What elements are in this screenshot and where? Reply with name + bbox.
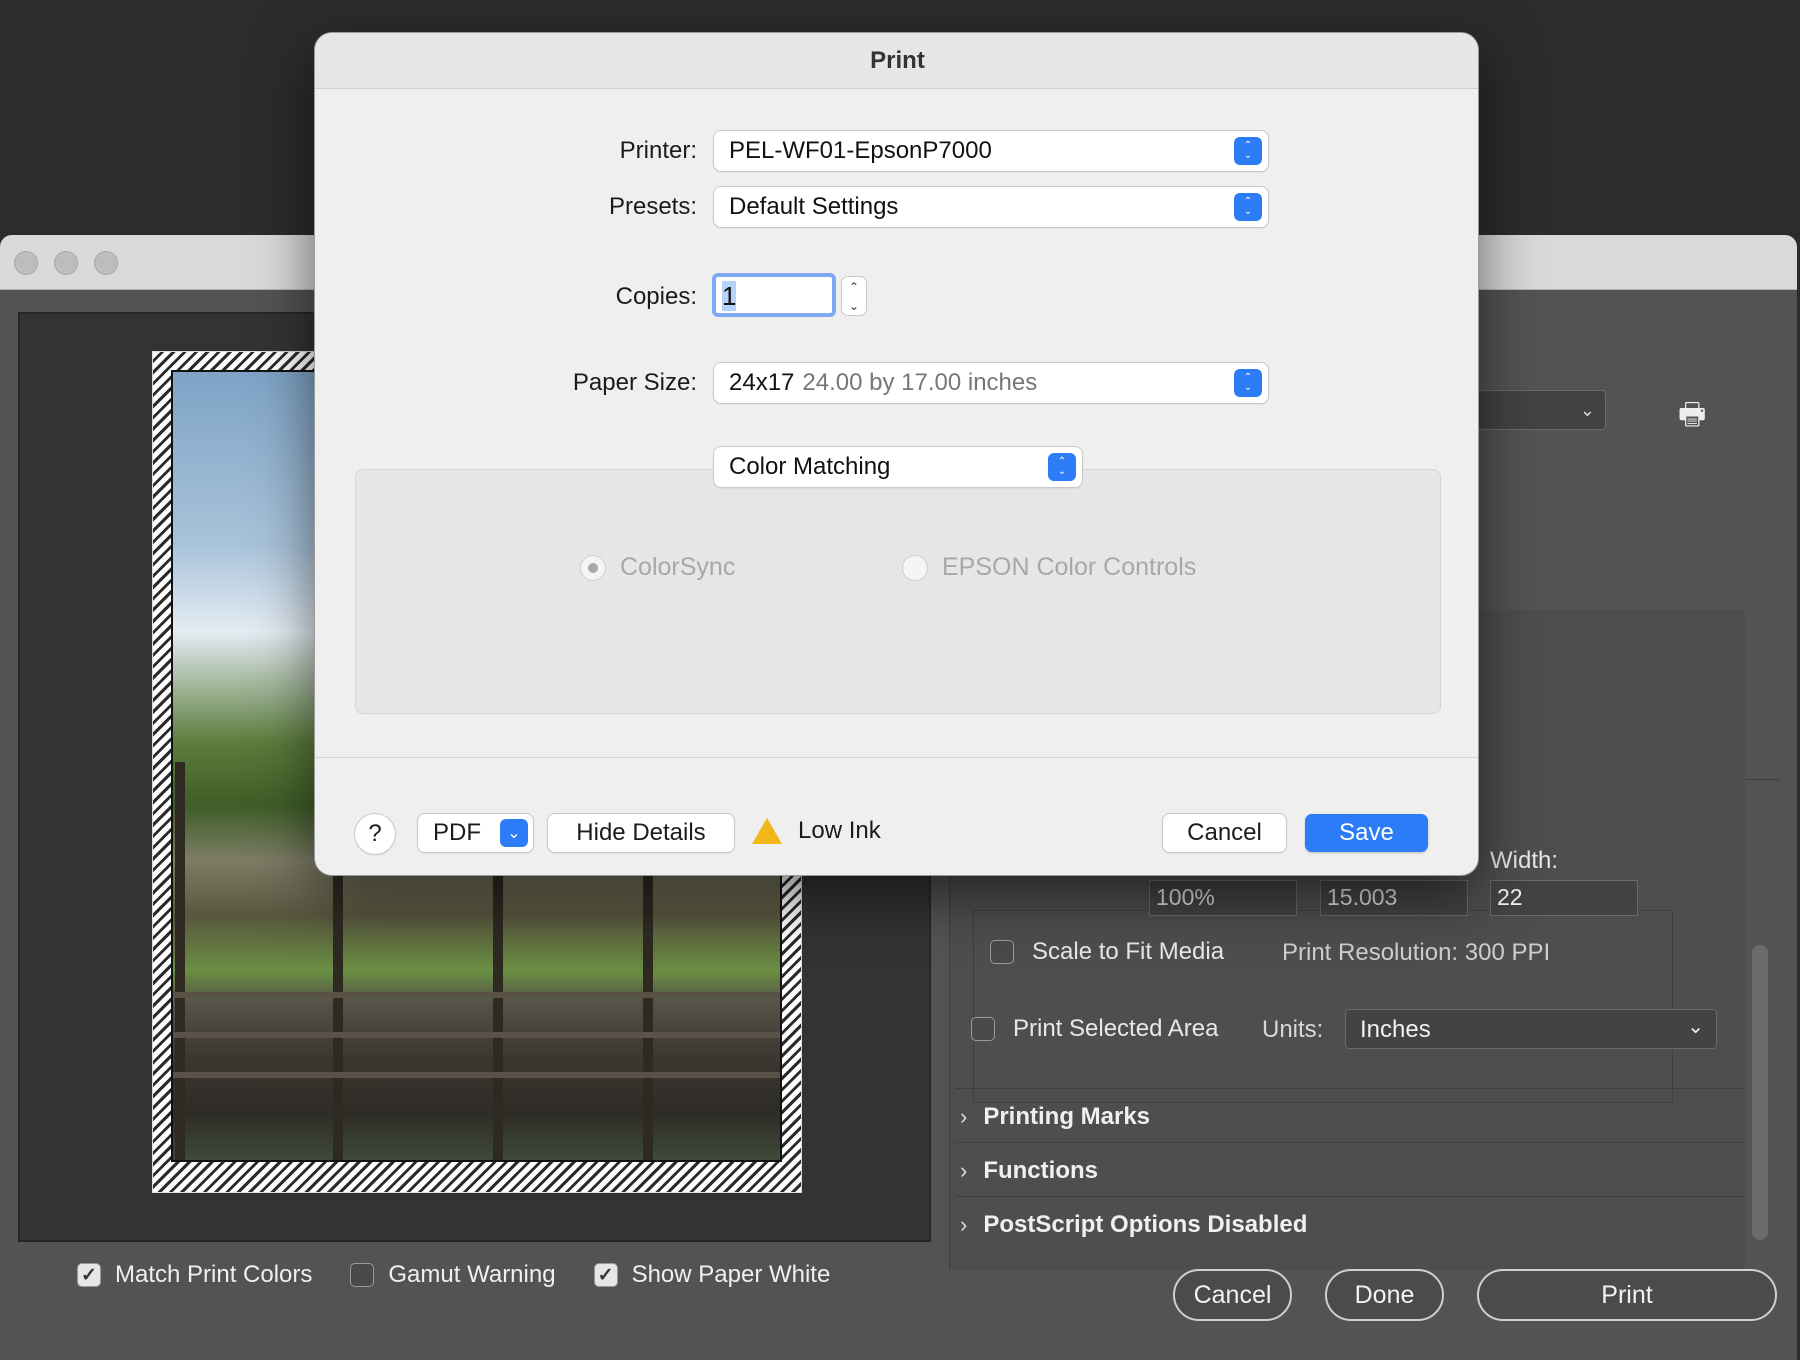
minimize-window-button[interactable] bbox=[54, 251, 78, 275]
print-selected-area-checkbox[interactable] bbox=[971, 1017, 995, 1041]
units-label: Units: bbox=[1262, 1016, 1324, 1043]
close-window-button[interactable] bbox=[14, 251, 38, 275]
print-selected-area-label: Print Selected Area bbox=[1013, 1015, 1219, 1042]
section-functions[interactable]: › Functions bbox=[960, 1157, 1098, 1185]
panel-selector-popup[interactable]: Color Matching ⌃ ⌄ bbox=[714, 447, 1082, 487]
printer-value: PEL-WF01-EpsonP7000 bbox=[729, 137, 992, 164]
chevron-down-icon: ⌄ bbox=[500, 819, 528, 847]
width-field[interactable]: 22 bbox=[1490, 880, 1638, 916]
height-field[interactable]: 15.003 bbox=[1320, 880, 1468, 916]
section-postscript-options-label: PostScript Options Disabled bbox=[983, 1211, 1308, 1238]
section-functions-label: Functions bbox=[983, 1157, 1098, 1184]
copies-label: Copies: bbox=[615, 283, 697, 310]
low-ink-label: Low Ink bbox=[798, 817, 881, 844]
copies-stepper[interactable]: ⌃ ⌄ bbox=[842, 277, 866, 315]
print-resolution-text: Print Resolution: 300 PPI bbox=[1282, 939, 1551, 966]
stepper-up-icon[interactable]: ⌃ bbox=[849, 280, 859, 294]
pdf-menu-button[interactable]: PDF ⌄ bbox=[418, 814, 533, 852]
stepper-down-icon[interactable]: ⌄ bbox=[849, 299, 859, 313]
chevron-right-icon: › bbox=[960, 1104, 968, 1129]
hide-details-button[interactable]: Hide Details bbox=[548, 814, 734, 852]
printer-select[interactable]: ⌄ bbox=[1468, 390, 1606, 430]
epson-color-controls-label: EPSON Color Controls bbox=[942, 553, 1197, 581]
print-dialog: Print Printer: PEL-WF01-EpsonP7000 ⌃ ⌄ Pr… bbox=[314, 32, 1479, 876]
help-button[interactable]: ? bbox=[355, 814, 395, 854]
paper-size-popup[interactable]: 24x17 24.00 by 17.00 inches ⌃ ⌄ bbox=[714, 363, 1268, 403]
presets-label: Presets: bbox=[608, 193, 697, 220]
colorsync-radio[interactable] bbox=[580, 554, 606, 581]
panel-selector-value: Color Matching bbox=[729, 453, 891, 480]
match-print-colors-label: Match Print Colors bbox=[115, 1261, 313, 1288]
copies-field[interactable]: 1 bbox=[712, 273, 836, 317]
paper-size-label: Paper Size: bbox=[572, 369, 697, 396]
section-printing-marks-label: Printing Marks bbox=[983, 1103, 1151, 1130]
units-value: Inches bbox=[1360, 1016, 1431, 1043]
match-print-colors-option[interactable]: ✓ Match Print Colors bbox=[77, 1261, 312, 1289]
copies-value: 1 bbox=[722, 281, 737, 311]
paper-size-detail: 24.00 by 17.00 inches bbox=[802, 369, 1038, 396]
zoom-window-button[interactable] bbox=[94, 251, 118, 275]
match-print-colors-checkbox[interactable]: ✓ bbox=[77, 1263, 101, 1287]
presets-value: Default Settings bbox=[729, 193, 899, 220]
warning-icon bbox=[752, 818, 782, 844]
low-ink-warning: Low Ink bbox=[752, 817, 881, 845]
gamut-warning-checkbox[interactable] bbox=[350, 1263, 375, 1287]
section-postscript-options[interactable]: › PostScript Options Disabled bbox=[960, 1211, 1307, 1239]
scale-percent-field[interactable]: 100% bbox=[1149, 880, 1297, 916]
save-button[interactable]: Save bbox=[1305, 814, 1428, 852]
print-button[interactable]: Print bbox=[1477, 1269, 1777, 1321]
presets-popup[interactable]: Default Settings ⌃ ⌄ bbox=[714, 187, 1268, 227]
pdf-label: PDF bbox=[433, 819, 481, 846]
epson-color-controls-option[interactable]: EPSON Color Controls bbox=[902, 553, 1196, 582]
chevron-right-icon: › bbox=[960, 1212, 968, 1237]
up-down-arrows-icon: ⌃ ⌄ bbox=[1234, 137, 1262, 165]
units-select[interactable]: Inches ⌄ bbox=[1345, 1009, 1717, 1049]
gamut-warning-option[interactable]: Gamut Warning bbox=[350, 1261, 556, 1289]
printer-setup-icon[interactable]: 🖶 bbox=[1678, 392, 1706, 443]
up-down-arrows-icon: ⌃ ⌄ bbox=[1234, 193, 1262, 221]
cancel-button[interactable]: Cancel bbox=[1173, 1269, 1292, 1321]
scale-to-fit-option[interactable]: Scale to Fit Media bbox=[990, 938, 1224, 966]
width-label: Width: bbox=[1490, 847, 1559, 874]
epson-color-controls-radio[interactable] bbox=[902, 554, 928, 581]
dialog-title: Print bbox=[315, 33, 1478, 89]
panel-scrollbar[interactable] bbox=[1752, 945, 1768, 1240]
colorsync-option[interactable]: ColorSync bbox=[580, 553, 735, 582]
printer-label: Printer: bbox=[619, 137, 697, 164]
up-down-arrows-icon: ⌃ ⌄ bbox=[1234, 369, 1262, 397]
show-paper-white-label: Show Paper White bbox=[631, 1261, 831, 1288]
section-printing-marks[interactable]: › Printing Marks bbox=[960, 1103, 1150, 1131]
printer-popup[interactable]: PEL-WF01-EpsonP7000 ⌃ ⌄ bbox=[714, 131, 1268, 171]
print-selected-area-option[interactable]: Print Selected Area bbox=[971, 1015, 1218, 1043]
dialog-cancel-button[interactable]: Cancel bbox=[1163, 814, 1286, 852]
show-paper-white-option[interactable]: ✓ Show Paper White bbox=[593, 1261, 831, 1289]
chevron-down-icon: ⌄ bbox=[1687, 1016, 1704, 1038]
scale-to-fit-label: Scale to Fit Media bbox=[1032, 938, 1225, 965]
done-button[interactable]: Done bbox=[1325, 1269, 1444, 1321]
preview-options: ✓ Match Print Colors Gamut Warning ✓ Sho… bbox=[77, 1261, 830, 1289]
show-paper-white-checkbox[interactable]: ✓ bbox=[593, 1263, 618, 1287]
paper-size-name: 24x17 bbox=[729, 369, 795, 396]
up-down-arrows-icon: ⌃ ⌄ bbox=[1048, 453, 1076, 481]
colorsync-label: ColorSync bbox=[620, 553, 736, 581]
color-matching-panel bbox=[355, 469, 1441, 714]
gamut-warning-label: Gamut Warning bbox=[388, 1261, 556, 1288]
chevron-right-icon: › bbox=[960, 1158, 968, 1183]
scale-to-fit-checkbox[interactable] bbox=[990, 940, 1014, 964]
